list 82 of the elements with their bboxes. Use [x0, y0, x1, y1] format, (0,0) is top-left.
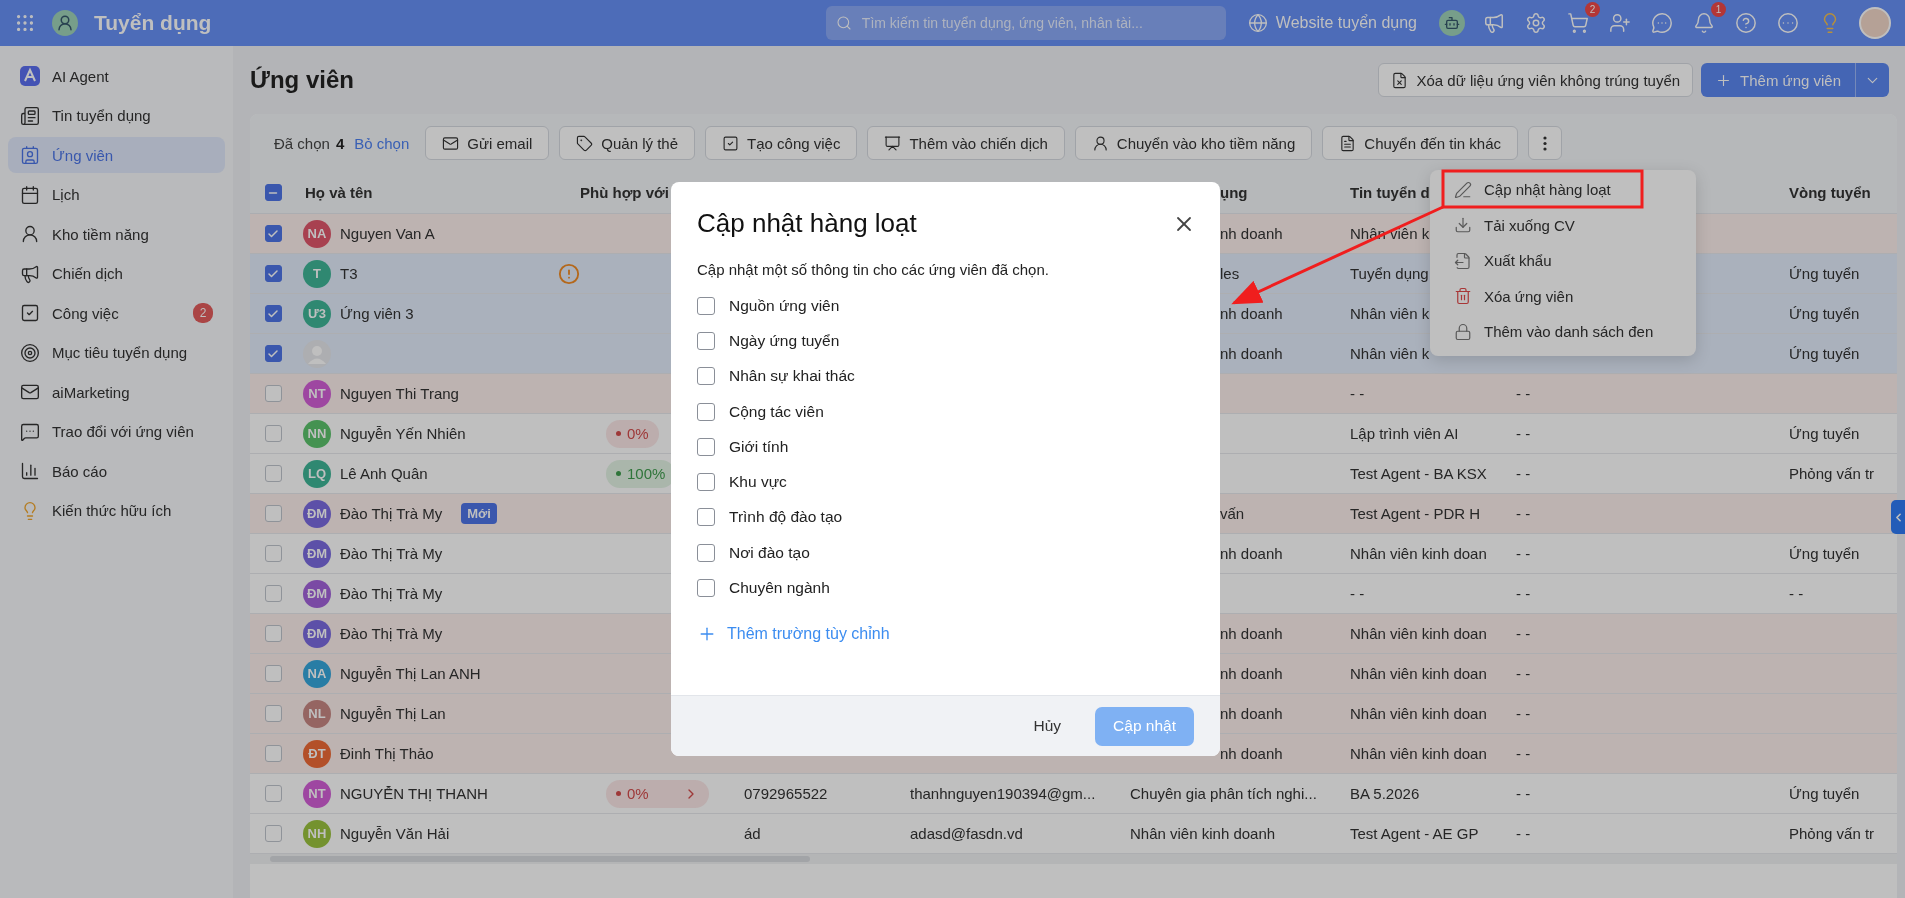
column-header: Họ và tên [305, 184, 373, 201]
dialog-description: Cập nhật một số thông tin cho các ứng viên đã chọn. [697, 261, 1050, 278]
initials-avatar: NA [303, 659, 331, 688]
table-cell: nh doanh [1220, 305, 1283, 322]
table-cell: - - [1350, 585, 1365, 602]
table-cell: thanhnguyen190394@gm... [910, 785, 1096, 802]
selected-count: 4 [335, 134, 345, 152]
selected-label: Đã chọn [274, 134, 330, 152]
initials-avatar: T [303, 259, 331, 288]
table-cell: Ứng tuyển [1789, 305, 1860, 322]
table-cell: Nhân viên kinh doan [1350, 665, 1487, 682]
table-cell: Chuyên gia phân tích nghi... [1130, 785, 1317, 802]
table-cell: - - [1516, 385, 1531, 402]
initials-avatar: NA [303, 219, 331, 248]
count-badge: 2 [1585, 2, 1600, 17]
initials-avatar: ĐT [303, 739, 331, 768]
table-cell: 0792965522 [744, 785, 828, 802]
table-cell: adasd@fasdn.vd [910, 825, 1023, 842]
table-cell: - - [1789, 585, 1804, 602]
initials-avatar: ĐM [303, 539, 331, 568]
table-cell: - - [1516, 585, 1531, 602]
table-cell: nh doanh [1220, 345, 1283, 362]
table-cell: - - [1516, 665, 1531, 682]
table-cell: - - [1516, 625, 1531, 642]
table-cell: nh doanh [1220, 665, 1283, 682]
table-cell: Lập trình viên AI [1350, 425, 1459, 442]
dialog-title: Cập nhật hàng loạt [697, 208, 917, 239]
table-cell: Ứng tuyển [1789, 425, 1860, 442]
initials-avatar: LQ [303, 459, 331, 488]
table-cell: Nhân viên kinh doan [1350, 545, 1487, 562]
initials-avatar: NN [303, 419, 331, 448]
table-cell: - - [1516, 705, 1531, 722]
column-header: Tin tuyển d [1350, 184, 1430, 201]
table-cell: Phỏng vấn tr [1789, 465, 1875, 482]
table-cell: Nhân viên kinh doan [1350, 745, 1487, 762]
table-cell: Phỏng vấn tr [1789, 825, 1875, 842]
initials-avatar: ĐM [303, 619, 331, 648]
table-cell: nh doanh [1220, 545, 1283, 562]
table-cell: Nhân viên kinh doanh [1130, 825, 1276, 842]
table-cell: - - [1350, 385, 1365, 402]
initials-avatar: Ư3 [303, 299, 331, 328]
table-cell: - - [1516, 785, 1531, 802]
table-cell: Nhân viên kinh doan [1350, 625, 1487, 642]
column-header: Phù hợp với [580, 184, 669, 201]
initials-avatar: NH [303, 819, 331, 848]
table-cell: nh doanh [1220, 225, 1283, 242]
count-badge: 2 [193, 303, 213, 323]
table-cell: Tuyển dụng [1350, 265, 1429, 282]
table-cell: nh doanh [1220, 705, 1283, 722]
table-cell: Ứng tuyển [1789, 345, 1860, 362]
table-cell: - - [1516, 505, 1531, 522]
table-cell: - - [1516, 425, 1531, 442]
initials-avatar: NL [303, 699, 331, 728]
table-cell: Test Agent - AE GP [1350, 825, 1479, 842]
table-cell: Nhân viên k [1350, 345, 1430, 362]
table-cell: Ứng tuyển [1789, 545, 1860, 562]
table-cell: Test Agent - BA KSX [1350, 465, 1487, 482]
table-cell: - - [1516, 465, 1531, 482]
initials-avatar: ĐM [303, 579, 331, 608]
table-cell: vấn [1220, 505, 1245, 522]
table-cell: ád [744, 825, 761, 842]
table-cell: nh doanh [1220, 745, 1283, 762]
table-cell: Ứng tuyển [1789, 785, 1860, 802]
column-header: ụng [1220, 184, 1248, 201]
initials-avatar: NT [303, 779, 331, 808]
table-cell: BA 5.2026 [1350, 785, 1420, 802]
table-cell: Nhân viên kinh doan [1350, 705, 1487, 722]
initials-avatar: ĐM [303, 499, 331, 528]
app-title: Tuyển dụng [94, 11, 212, 35]
table-cell: Ứng tuyển [1789, 265, 1860, 282]
page-title: Ứng viên [250, 66, 354, 94]
table-cell: les [1220, 265, 1240, 282]
table-cell: - - [1516, 825, 1531, 842]
new-tag: Mới [461, 503, 497, 524]
table-cell: Test Agent - PDR H [1350, 505, 1481, 522]
column-header: Vòng tuyển [1789, 184, 1871, 201]
table-cell: - - [1516, 745, 1531, 762]
initials-avatar: NT [303, 379, 331, 408]
table-cell: - - [1516, 545, 1531, 562]
table-cell: nh doanh [1220, 625, 1283, 642]
count-badge: 1 [1711, 2, 1726, 17]
table-cell: Nhân viên k [1350, 305, 1430, 322]
